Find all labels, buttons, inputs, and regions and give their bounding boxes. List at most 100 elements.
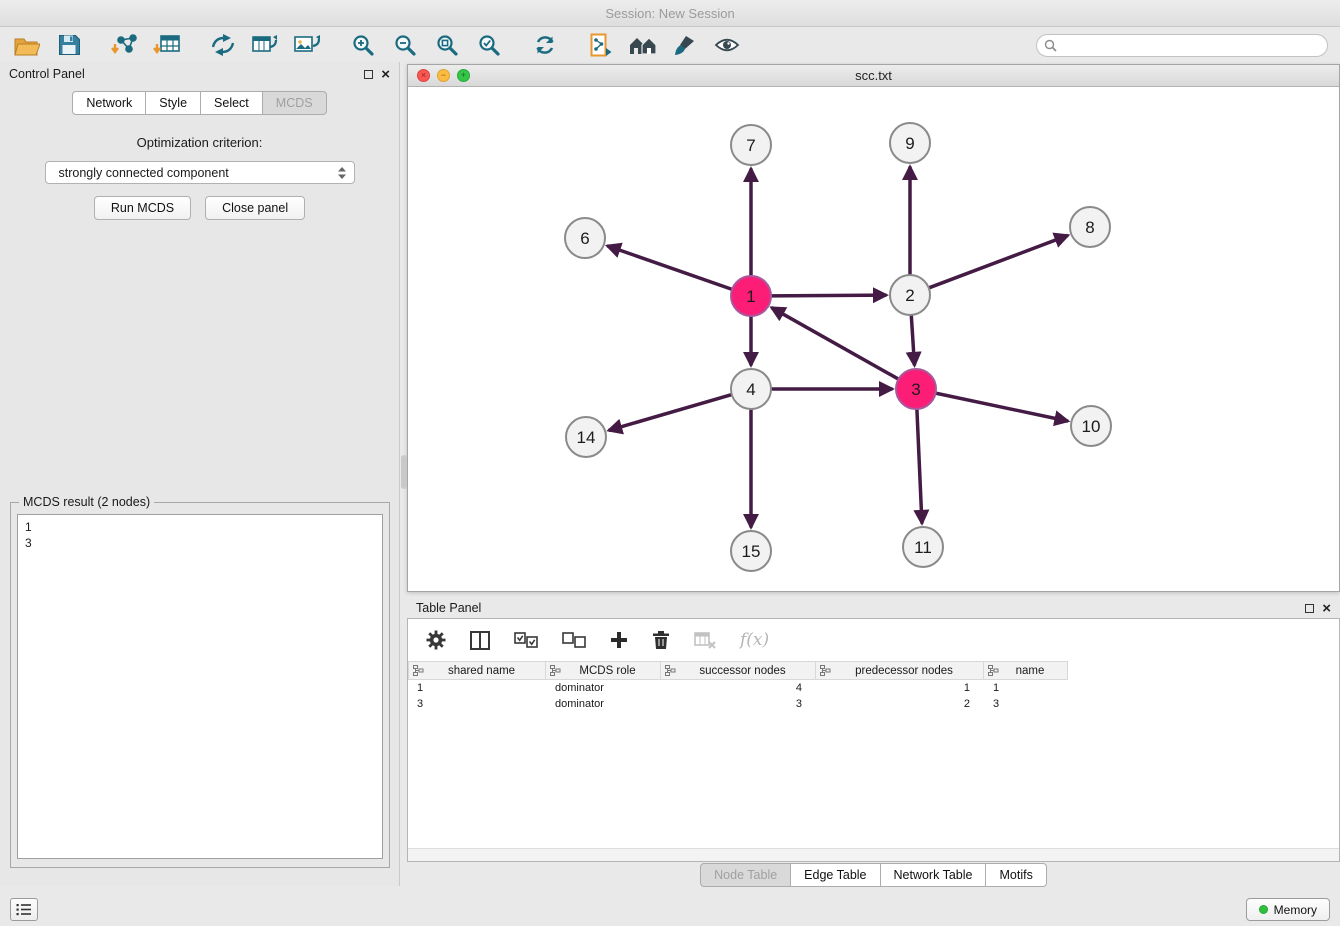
node-15[interactable]: 15	[731, 531, 771, 571]
column-header-name[interactable]: name	[984, 661, 1068, 680]
svg-text:10: 10	[1082, 417, 1101, 436]
network-document-button[interactable]	[580, 29, 622, 61]
table-cell[interactable]: 3	[984, 696, 1068, 712]
export-network-button[interactable]	[202, 29, 244, 61]
import-table-button[interactable]	[146, 29, 188, 61]
column-tree-icon	[550, 665, 561, 676]
toggle-columns-button[interactable]	[470, 631, 490, 650]
deselect-all-columns-button[interactable]	[562, 632, 586, 649]
node-3[interactable]: 3	[896, 369, 936, 409]
search-input[interactable]	[1036, 34, 1328, 57]
zoom-in-button[interactable]	[342, 29, 384, 61]
maximize-window-button[interactable]: +	[457, 69, 470, 82]
tab-edge-table[interactable]: Edge Table	[790, 863, 880, 887]
node-2[interactable]: 2	[890, 275, 930, 315]
node-8[interactable]: 8	[1070, 207, 1110, 247]
zoom-out-button[interactable]	[384, 29, 426, 61]
table-cell[interactable]: dominator	[546, 680, 661, 696]
mcds-result-list[interactable]: 13	[17, 514, 383, 859]
delete-table-button[interactable]	[694, 631, 716, 649]
select-all-columns-button[interactable]	[514, 632, 538, 649]
column-header-mcds-role[interactable]: MCDS role	[546, 661, 661, 680]
zoom-in-icon	[351, 33, 375, 57]
export-table-button[interactable]	[244, 29, 286, 61]
table-cell[interactable]: dominator	[546, 696, 661, 712]
close-table-panel-button[interactable]: ×	[1322, 601, 1331, 616]
table-scrollbar[interactable]	[408, 848, 1339, 861]
memory-status-dot	[1259, 905, 1268, 914]
column-header-shared-name[interactable]: shared name	[408, 661, 546, 680]
table-row[interactable]: 3dominator323	[408, 696, 1339, 712]
network-canvas[interactable]: 7 9 6 8 1 2 4 3 14 10 15 11	[408, 87, 1339, 590]
network-document-icon	[590, 33, 612, 57]
edge-3-10[interactable]	[936, 393, 1068, 421]
table-cell[interactable]: 3	[661, 696, 816, 712]
edge-1-6[interactable]	[607, 246, 732, 290]
export-image-button[interactable]	[286, 29, 328, 61]
edge-1-2[interactable]	[771, 295, 887, 296]
table-panel-title: Table Panel	[416, 601, 481, 615]
float-control-panel-button[interactable]	[364, 70, 373, 79]
memory-button[interactable]: Memory	[1246, 898, 1330, 921]
run-mcds-button[interactable]: Run MCDS	[94, 196, 191, 220]
optimization-criterion-dropdown[interactable]: strongly connected component	[45, 161, 355, 184]
tab-node-table[interactable]: Node Table	[700, 863, 791, 887]
table-cell[interactable]: 1	[408, 680, 546, 696]
save-session-button[interactable]	[48, 29, 90, 61]
houses-icon	[628, 34, 658, 56]
edge-2-3[interactable]	[911, 315, 914, 366]
table-panel: Table Panel ×	[407, 596, 1340, 886]
table-cell[interactable]: 4	[661, 680, 816, 696]
node-9[interactable]: 9	[890, 123, 930, 163]
first-neighbors-button[interactable]	[622, 29, 664, 61]
open-session-button[interactable]	[6, 29, 48, 61]
edge-2-8[interactable]	[929, 235, 1068, 288]
panel-splitter-handle[interactable]	[401, 455, 407, 489]
node-14[interactable]: 14	[566, 417, 606, 457]
table-cell[interactable]: 1	[984, 680, 1068, 696]
tab-select[interactable]: Select	[200, 91, 263, 115]
svg-text:11: 11	[914, 538, 932, 557]
tab-motifs[interactable]: Motifs	[985, 863, 1046, 887]
table-cell[interactable]: 2	[816, 696, 984, 712]
close-control-panel-button[interactable]: ×	[381, 67, 390, 82]
float-table-panel-button[interactable]	[1305, 604, 1314, 613]
table-settings-button[interactable]	[426, 630, 446, 650]
import-network-button[interactable]	[104, 29, 146, 61]
function-builder-button[interactable]: f(x)	[740, 630, 769, 650]
node-1[interactable]: 1	[731, 276, 771, 316]
column-header-predecessor-nodes[interactable]: predecessor nodes	[816, 661, 984, 680]
tab-style[interactable]: Style	[145, 91, 201, 115]
column-tree-icon	[665, 665, 676, 676]
edge-3-11[interactable]	[917, 409, 922, 524]
node-7[interactable]: 7	[731, 125, 771, 165]
table-row[interactable]: 1dominator411	[408, 680, 1339, 696]
tab-network-table[interactable]: Network Table	[880, 863, 987, 887]
column-tree-icon	[820, 665, 831, 676]
mcds-result-line: 3	[25, 535, 375, 551]
apply-style-button[interactable]	[664, 29, 706, 61]
edge-3-1[interactable]	[771, 308, 898, 380]
refresh-icon	[533, 33, 557, 57]
column-header-successor-nodes[interactable]: successor nodes	[661, 661, 816, 680]
close-panel-button[interactable]: Close panel	[205, 196, 305, 220]
node-10[interactable]: 10	[1071, 406, 1111, 446]
table-cell[interactable]: 3	[408, 696, 546, 712]
table-cell[interactable]: 1	[816, 680, 984, 696]
node-11[interactable]: 11	[903, 527, 943, 567]
show-hide-button[interactable]	[706, 29, 748, 61]
node-6[interactable]: 6	[565, 218, 605, 258]
minimize-window-button[interactable]: −	[437, 69, 450, 82]
close-window-button[interactable]: ×	[417, 69, 430, 82]
zoom-fit-button[interactable]	[426, 29, 468, 61]
control-panel-tabs: NetworkStyleSelectMCDS	[0, 91, 399, 115]
edge-4-14[interactable]	[609, 395, 732, 431]
tab-network[interactable]: Network	[72, 91, 146, 115]
delete-row-button[interactable]	[652, 630, 670, 650]
tab-mcds[interactable]: MCDS	[262, 91, 327, 115]
node-4[interactable]: 4	[731, 369, 771, 409]
refresh-button[interactable]	[524, 29, 566, 61]
zoom-selected-button[interactable]	[468, 29, 510, 61]
add-row-button[interactable]	[610, 631, 628, 649]
task-history-button[interactable]	[10, 898, 38, 921]
